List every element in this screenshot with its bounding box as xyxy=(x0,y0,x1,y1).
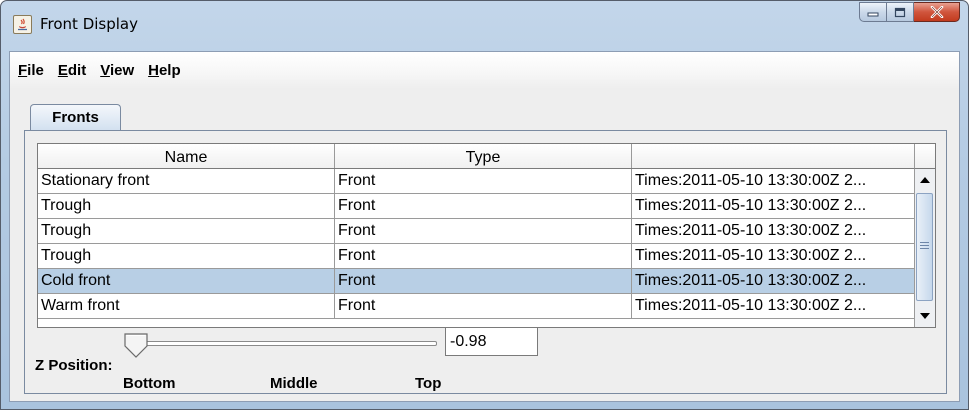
scroll-thumb[interactable] xyxy=(916,193,933,301)
front-display-window: Front Display File Edit View Help Fronts… xyxy=(0,0,969,410)
window-title: Front Display xyxy=(40,15,138,33)
cell-times: Times:2011-05-10 13:30:00Z 2... xyxy=(632,294,915,318)
column-header-name[interactable]: Name xyxy=(38,144,335,168)
scroll-up-icon xyxy=(920,177,930,183)
cell-times: Times:2011-05-10 13:30:00Z 2... xyxy=(632,169,915,193)
z-position-input[interactable] xyxy=(445,327,538,356)
column-header-times[interactable] xyxy=(632,144,915,168)
window-controls xyxy=(859,2,960,24)
tab-fronts[interactable]: Fronts xyxy=(30,104,121,130)
cell-type: Front xyxy=(335,294,632,318)
table-row[interactable]: Trough Front Times:2011-05-10 13:30:00Z … xyxy=(38,219,915,244)
title-bar[interactable]: Front Display xyxy=(1,1,968,51)
cell-name: Cold front xyxy=(38,269,335,293)
scroll-down-icon xyxy=(920,313,930,319)
scroll-grip-icon xyxy=(920,242,929,251)
close-button[interactable] xyxy=(914,2,960,22)
cell-type: Front xyxy=(335,244,632,268)
table-body: Stationary front Front Times:2011-05-10 … xyxy=(38,169,915,319)
cell-times: Times:2011-05-10 13:30:00Z 2... xyxy=(632,219,915,243)
scroll-down-button[interactable] xyxy=(915,305,935,327)
slider-label-top: Top xyxy=(415,375,442,392)
cell-times: Times:2011-05-10 13:30:00Z 2... xyxy=(632,244,915,268)
client-area: File Edit View Help Fronts Name Type Sta… xyxy=(9,51,960,402)
cell-type: Front xyxy=(335,194,632,218)
table-corner xyxy=(914,144,935,169)
close-icon xyxy=(914,3,959,21)
menu-file-label: ile xyxy=(27,62,44,79)
z-position-slider-thumb[interactable] xyxy=(123,332,149,360)
menu-edit-mnemonic: E xyxy=(57,62,68,79)
cell-name: Warm front xyxy=(38,294,335,318)
menu-help[interactable]: Help xyxy=(148,60,181,81)
table-row[interactable]: Stationary front Front Times:2011-05-10 … xyxy=(38,169,915,194)
minimize-button[interactable] xyxy=(859,2,887,22)
menu-view[interactable]: View xyxy=(100,60,134,81)
maximize-icon xyxy=(887,3,913,21)
z-position-slider-track[interactable] xyxy=(137,341,437,346)
table-row[interactable]: Trough Front Times:2011-05-10 13:30:00Z … xyxy=(38,244,915,269)
cell-times: Times:2011-05-10 13:30:00Z 2... xyxy=(632,194,915,218)
scroll-up-button[interactable] xyxy=(915,169,935,191)
menu-edit[interactable]: Edit xyxy=(58,60,86,81)
java-app-icon xyxy=(13,15,32,34)
slider-label-bottom: Bottom xyxy=(123,375,176,392)
menu-bar: File Edit View Help xyxy=(10,52,959,89)
cell-name: Trough xyxy=(38,219,335,243)
minimize-icon xyxy=(860,3,886,21)
cell-type: Front xyxy=(335,169,632,193)
cell-name: Stationary front xyxy=(38,169,335,193)
cell-name: Trough xyxy=(38,244,335,268)
maximize-button[interactable] xyxy=(887,2,914,22)
column-header-type[interactable]: Type xyxy=(335,144,632,168)
fronts-table: Name Type Stationary front Front Times:2… xyxy=(37,143,936,328)
fronts-tab-panel: Name Type Stationary front Front Times:2… xyxy=(24,130,947,394)
menu-view-label: iew xyxy=(109,62,135,79)
table-row[interactable]: Warm front Front Times:2011-05-10 13:30:… xyxy=(38,294,915,319)
table-vertical-scrollbar[interactable] xyxy=(914,169,935,327)
cell-type: Front xyxy=(335,219,632,243)
table-row[interactable]: Trough Front Times:2011-05-10 13:30:00Z … xyxy=(38,194,915,219)
menu-edit-label: dit xyxy=(67,62,87,79)
menu-help-mnemonic: H xyxy=(148,62,159,79)
menu-help-label: elp xyxy=(158,62,181,79)
slider-label-middle: Middle xyxy=(270,375,318,392)
menu-file-mnemonic: F xyxy=(18,62,28,79)
cell-times: Times:2011-05-10 13:30:00Z 2... xyxy=(632,269,915,293)
z-position-label: Z Position: xyxy=(35,357,113,374)
table-header: Name Type xyxy=(38,144,915,169)
cell-type: Front xyxy=(335,269,632,293)
cell-name: Trough xyxy=(38,194,335,218)
menu-view-mnemonic: V xyxy=(100,62,110,79)
table-row-selected[interactable]: Cold front Front Times:2011-05-10 13:30:… xyxy=(38,269,915,294)
menu-file[interactable]: File xyxy=(18,60,44,81)
